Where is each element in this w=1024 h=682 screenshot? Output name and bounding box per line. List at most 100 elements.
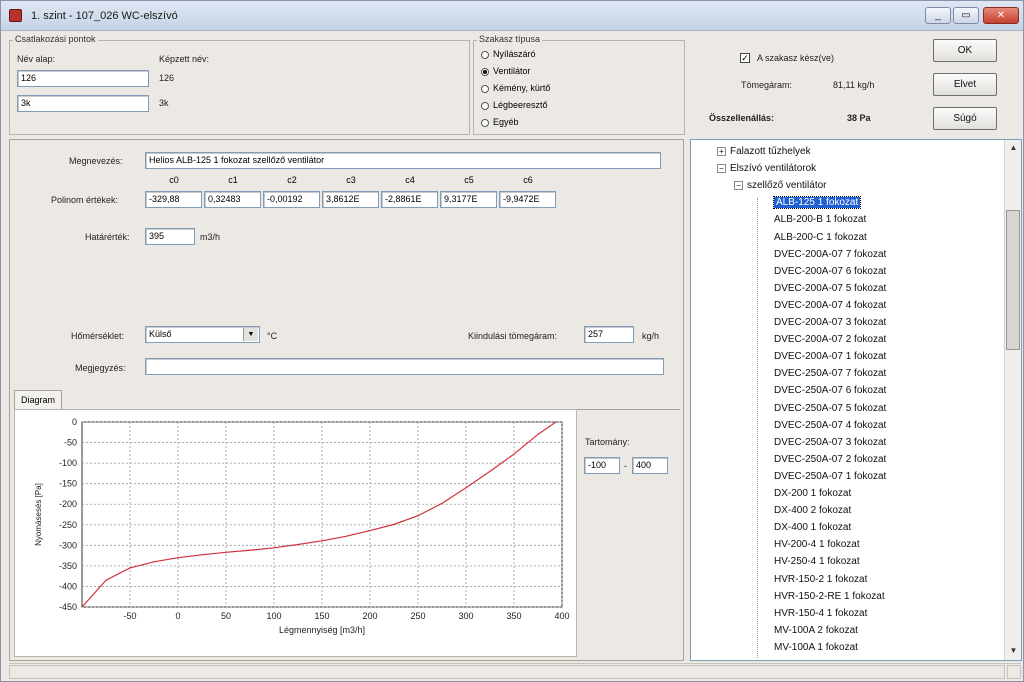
- tree-item-fan[interactable]: DVEC-250A-07 1 fokozat: [774, 468, 886, 485]
- coef-input-c2[interactable]: -0,00192: [263, 191, 320, 208]
- tree-item-fan[interactable]: DVEC-200A-07 4 fokozat: [774, 297, 886, 314]
- tree-item-group[interactable]: − Elszívó ventilátorok: [717, 160, 816, 177]
- expand-icon[interactable]: +: [717, 146, 726, 156]
- coef-input-c3[interactable]: 3,8612E: [322, 191, 379, 208]
- x-tick-label: 350: [506, 611, 521, 621]
- coef-input-c5[interactable]: 9,3177E: [440, 191, 497, 208]
- series-point: [249, 549, 251, 551]
- tree-item-fan[interactable]: DVEC-200A-07 2 fokozat: [774, 331, 886, 348]
- tree-item-fan[interactable]: ALB-125 1 fokozat: [772, 194, 862, 211]
- name-base-input-2[interactable]: 3k: [17, 95, 149, 112]
- tree-item-fan[interactable]: DVEC-250A-07 5 fokozat: [774, 400, 886, 417]
- tree-item-label: Falazott tűzhelyek: [730, 146, 811, 157]
- tree-item-label: DVEC-200A-07 2 fokozat: [774, 334, 887, 346]
- tree-item-fan[interactable]: DVEC-200A-07 1 fokozat: [774, 348, 886, 365]
- tree-item-fan[interactable]: DX-400 1 fokozat: [774, 519, 851, 536]
- limit-input[interactable]: 395: [145, 228, 195, 245]
- tab-diagram[interactable]: Diagram: [14, 390, 63, 410]
- ok-button[interactable]: OK: [933, 39, 997, 62]
- done-checkbox[interactable]: ✓: [740, 53, 750, 63]
- tree-item-label: Elszívó ventilátorok: [730, 163, 817, 175]
- coef-input-c0[interactable]: -329,88: [145, 191, 202, 208]
- tree-item-fan[interactable]: HV-200-4 1 fokozat: [774, 536, 860, 553]
- mass-flow-label: Tömegáram:: [741, 80, 793, 90]
- tree-item-fan[interactable]: HVR-150-2 1 fokozat: [774, 571, 867, 588]
- tree-item-label: DVEC-200A-07 5 fokozat: [774, 282, 887, 294]
- fan-tree-view[interactable]: + Falazott tűzhelyek − Elszívó ventilátorok…: [690, 139, 1022, 661]
- tree-item-label: DX-400 1 fokozat: [774, 522, 852, 534]
- tree-item-group[interactable]: + Falazott tűzhelyek: [717, 143, 811, 160]
- series-point: [561, 417, 562, 418]
- tree-item-fan[interactable]: MV-100A 2 fokozat: [774, 622, 858, 639]
- coef-header-c2: c2: [287, 175, 297, 185]
- collapse-icon[interactable]: −: [734, 181, 743, 191]
- radio-ventilator[interactable]: Ventilátor: [481, 66, 531, 79]
- range-to-input[interactable]: 400: [632, 457, 668, 474]
- mass-flow-value: 81,11 kg/h: [833, 80, 875, 90]
- tree-item-fan[interactable]: ALB-200-B 1 fokozat: [774, 211, 866, 228]
- radio-legbeereszto[interactable]: Légbeeresztő: [481, 100, 548, 113]
- chevron-down-icon[interactable]: ▼: [243, 328, 258, 341]
- radio-egyeb[interactable]: Egyéb: [481, 117, 519, 130]
- scroll-down-icon[interactable]: ▼: [1005, 643, 1022, 659]
- coef-input-c1[interactable]: 0,32483: [204, 191, 261, 208]
- tree-item-fan[interactable]: DX-200 1 fokozat: [774, 485, 851, 502]
- tree-item-fan[interactable]: HVR-150-2-RE 1 fokozat: [774, 588, 885, 605]
- radio-nyilaszaro[interactable]: Nyílászáró: [481, 49, 536, 62]
- scroll-thumb[interactable]: [1006, 210, 1020, 350]
- name-base-input-1[interactable]: 126: [17, 70, 149, 87]
- tree-item-label: DVEC-200A-07 7 fokozat: [774, 248, 887, 260]
- tree-item-fan[interactable]: DVEC-250A-07 4 fokozat: [774, 417, 886, 434]
- maximize-button[interactable]: ▭: [953, 7, 979, 24]
- tree-item-fan[interactable]: DVEC-250A-07 3 fokozat: [774, 434, 886, 451]
- tree-item-fan[interactable]: DVEC-200A-07 7 fokozat: [774, 246, 886, 263]
- tree-item-fan[interactable]: DVEC-200A-07 5 fokozat: [774, 280, 886, 297]
- tree-item-label: HVR-150-4 1 fokozat: [774, 607, 868, 619]
- series-point: [489, 470, 491, 472]
- coef-header-c3: c3: [346, 175, 356, 185]
- coef-input-c4[interactable]: -2,8861E: [381, 191, 438, 208]
- collapse-icon[interactable]: −: [717, 163, 726, 173]
- tree-item-fan[interactable]: DVEC-250A-07 7 fokozat: [774, 365, 886, 382]
- tree-item-fan[interactable]: DX-400 2 fokozat: [774, 502, 851, 519]
- coef-input-c6[interactable]: -9,9472E: [499, 191, 556, 208]
- tree-item-label: DVEC-250A-07 2 fokozat: [774, 453, 887, 465]
- cancel-button[interactable]: Elvet: [933, 73, 997, 96]
- generated-name-2: 3k: [159, 98, 169, 108]
- tree-item-fan[interactable]: ALB-200-C 1 fokozat: [774, 229, 867, 246]
- tree-item-label: szellőző ventilátor: [747, 180, 827, 192]
- x-tick-label: 0: [175, 611, 180, 621]
- y-tick-label: -300: [59, 540, 77, 550]
- tree-item-group[interactable]: − szellőző ventilátor: [734, 177, 826, 194]
- y-tick-label: -150: [59, 479, 77, 489]
- tree-item-fan[interactable]: DVEC-200A-07 3 fokozat: [774, 314, 886, 331]
- minimize-button[interactable]: _: [925, 7, 951, 24]
- series-point: [465, 487, 467, 489]
- tree-item-fan[interactable]: HV-250-4 1 fokozat: [774, 553, 860, 570]
- tree-item-fan[interactable]: DVEC-250A-07 6 fokozat: [774, 382, 886, 399]
- scroll-up-icon[interactable]: ▲: [1005, 140, 1022, 156]
- x-tick-label: 150: [314, 611, 329, 621]
- series-point: [513, 453, 515, 455]
- tree-item-fan[interactable]: DVEC-250A-07 2 fokozat: [774, 451, 886, 468]
- resize-grip-icon[interactable]: [1007, 665, 1021, 679]
- tree-item-fan[interactable]: HVR-150-4 1 fokozat: [774, 605, 867, 622]
- temp-select[interactable]: Külső ▼: [145, 326, 260, 343]
- series-point: [417, 515, 419, 517]
- tree-scrollbar[interactable]: ▲ ▼: [1004, 140, 1021, 660]
- tree-connector: [757, 198, 758, 658]
- radio-kemeny[interactable]: Kémény, kürtő: [481, 83, 550, 96]
- status-bar: [9, 663, 1021, 679]
- note-input[interactable]: [145, 358, 664, 375]
- range-from-input[interactable]: -100: [584, 457, 620, 474]
- tree-item-fan[interactable]: MV-100A 1 fokozat: [774, 639, 858, 656]
- name-input[interactable]: Helios ALB-125 1 fokozat szellőző ventil…: [145, 152, 661, 169]
- help-button[interactable]: Súgó: [933, 107, 997, 130]
- connection-points-label: Csatlakozási pontok: [13, 34, 98, 44]
- tree-item-fan[interactable]: DVEC-200A-07 6 fokozat: [774, 263, 886, 280]
- x-tick-label: -50: [123, 611, 136, 621]
- close-button[interactable]: ✕: [983, 7, 1019, 24]
- series-point: [201, 554, 203, 556]
- tree-item-label: HVR-150-2 1 fokozat: [774, 573, 868, 585]
- outflow-input[interactable]: 257: [584, 326, 634, 343]
